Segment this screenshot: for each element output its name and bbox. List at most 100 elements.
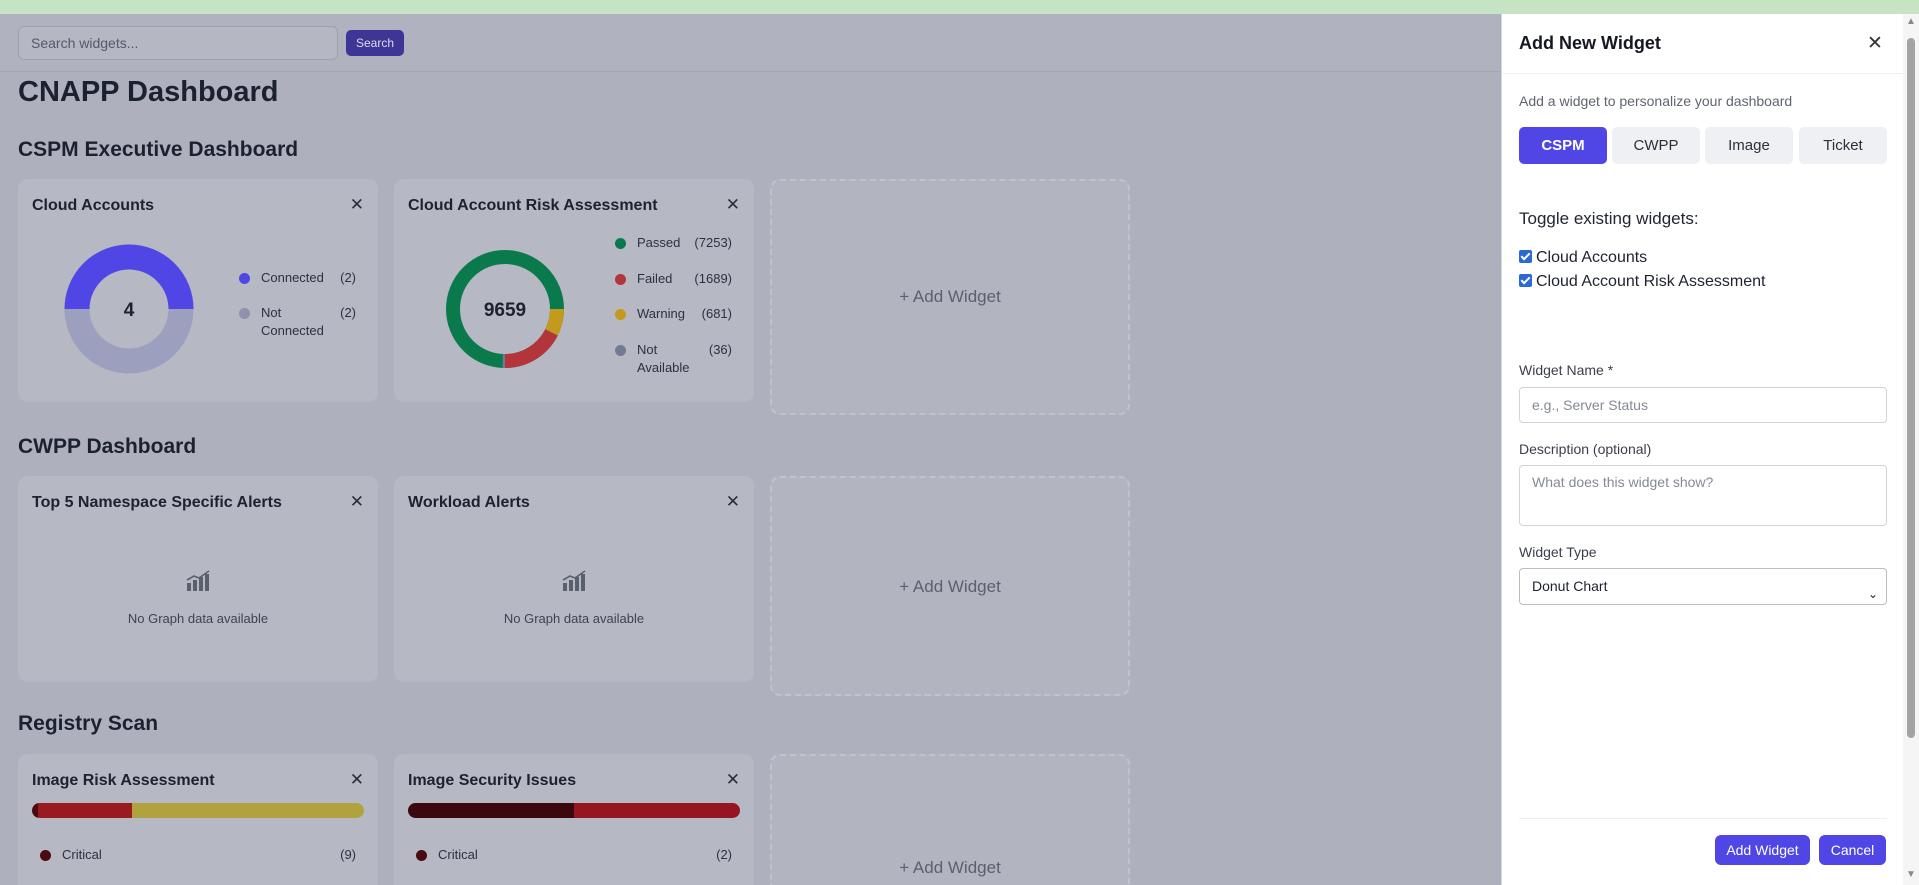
donut-chart: 9659 (446, 250, 565, 369)
widget-type-select[interactable]: Donut Chart ⌄ (1519, 568, 1887, 605)
tab-cwpp[interactable]: CWPP (1612, 127, 1700, 164)
tab-cspm[interactable]: CSPM (1519, 127, 1607, 164)
add-widget-card-cwpp[interactable]: + Add Widget (770, 476, 1130, 696)
divider (1519, 818, 1887, 819)
legend-dot (239, 273, 250, 284)
legend: Critical (9) (40, 846, 356, 866)
donut-slice-warning (545, 308, 565, 336)
bar-segment (408, 803, 574, 818)
legend-dot (40, 850, 51, 861)
top-strip (0, 0, 1919, 14)
stacked-bar (408, 803, 740, 818)
close-icon[interactable]: ✕ (1867, 32, 1883, 55)
close-icon[interactable]: ✕ (726, 195, 740, 215)
tab-image[interactable]: Image (1705, 127, 1793, 164)
close-icon[interactable]: ✕ (350, 770, 364, 790)
legend-count: (681) (701, 306, 732, 321)
legend-label: Critical (62, 847, 102, 862)
close-icon[interactable]: ✕ (726, 770, 740, 790)
scroll-down-icon[interactable]: ▼ (1906, 869, 1916, 880)
legend-dot (416, 850, 427, 861)
legend-dot (239, 308, 250, 319)
widget-cloud-accounts: Cloud Accounts ✕ 4 Connected (2) Not Con… (18, 179, 378, 402)
legend-label: Not Available (637, 342, 690, 375)
add-widget-button[interactable]: Add Widget (1715, 835, 1810, 865)
widget-image-security: Image Security Issues ✕ Critical (2) (394, 754, 754, 885)
widget-name-input[interactable]: e.g., Server Status (1519, 387, 1887, 423)
widget-title: Image Risk Assessment (32, 772, 215, 789)
legend-label: Warning (637, 306, 685, 321)
cancel-button[interactable]: Cancel (1819, 835, 1886, 865)
legend-count: (2) (716, 847, 732, 862)
bar-segment (131, 803, 364, 818)
stacked-bar (32, 803, 364, 818)
panel-title: Add New Widget (1519, 33, 1661, 53)
toggle-cloud-account-risk[interactable]: Cloud Account Risk Assessment (1519, 273, 1765, 291)
checkbox[interactable] (1519, 250, 1532, 263)
page-title: CNAPP Dashboard (18, 76, 279, 108)
widget-namespace-alerts: Top 5 Namespace Specific Alerts ✕ No Gra… (18, 476, 378, 682)
legend: Connected (2) Not Connected (2) (239, 269, 356, 349)
legend-label: Not Connected (261, 305, 324, 338)
description-textarea[interactable]: What does this widget show? (1519, 465, 1887, 526)
dashboard-backdrop: Search widgets... Search CNAPP Dashboard… (0, 14, 1500, 885)
scroll-up-icon[interactable]: ▲ (1906, 16, 1916, 27)
no-data-text: No Graph data available (503, 611, 645, 626)
add-widget-card-cspm[interactable]: + Add Widget (770, 179, 1130, 415)
add-widget-card-registry[interactable]: + Add Widget (770, 754, 1130, 885)
search-bar: Search widgets... Search (0, 14, 1500, 72)
scroll-thumb[interactable] (1907, 38, 1915, 738)
widget-title: Workload Alerts (408, 494, 530, 511)
add-widget-label: + Add Widget (899, 577, 1001, 596)
section-title-registry: Registry Scan (18, 712, 159, 735)
donut-center-value: 4 (124, 300, 135, 321)
scrollbar[interactable]: ▲ ▼ (1903, 14, 1919, 885)
bar-chart-icon (562, 570, 586, 591)
toggle-label: Cloud Accounts (1536, 249, 1648, 266)
search-button[interactable]: Search (346, 30, 405, 56)
tab-ticket[interactable]: Ticket (1799, 127, 1887, 164)
add-widget-panel: Add New Widget ✕ Add a widget to persona… (1501, 14, 1919, 885)
legend-count: (1689) (694, 271, 732, 286)
close-icon[interactable]: ✕ (726, 492, 740, 512)
checkbox[interactable] (1519, 274, 1532, 287)
toggle-cloud-accounts[interactable]: Cloud Accounts (1519, 249, 1647, 267)
add-widget-label: + Add Widget (899, 858, 1001, 877)
widget-name-label: Widget Name * (1519, 362, 1614, 378)
legend-dot (615, 309, 626, 320)
legend-label: Critical (438, 847, 478, 862)
legend-dot (615, 238, 626, 249)
widget-image-risk: Image Risk Assessment ✕ Critical (9) (18, 754, 378, 885)
donut-slice-failed (504, 329, 558, 369)
legend-label: Connected (261, 270, 324, 285)
legend-label: Failed (637, 271, 673, 286)
search-input[interactable]: Search widgets... (18, 26, 338, 60)
donut-center-value: 9659 (484, 300, 526, 321)
legend-count: (9) (340, 847, 356, 862)
divider (1502, 73, 1919, 74)
legend: Passed (7253) Failed (1689) Warning (681… (615, 234, 732, 384)
widget-type-label: Widget Type (1519, 544, 1597, 560)
section-title-cspm: CSPM Executive Dashboard (18, 138, 299, 161)
legend-count: (2) (340, 305, 356, 320)
bar-segment (574, 803, 740, 818)
widget-title: Cloud Accounts (32, 197, 155, 214)
donut-chart: 4 (64, 244, 194, 374)
widget-title: Top 5 Namespace Specific Alerts (32, 494, 282, 511)
legend-count: (7253) (694, 235, 732, 250)
section-title-cwpp: CWPP Dashboard (18, 435, 197, 458)
no-data-placeholder: No Graph data available (394, 570, 754, 626)
legend-dot (615, 345, 626, 356)
close-icon[interactable]: ✕ (350, 195, 364, 215)
widget-workload-alerts: Workload Alerts ✕ No Graph data availabl… (394, 476, 754, 682)
chevron-down-icon: ⌄ (1867, 587, 1878, 601)
widget-title: Image Security Issues (408, 772, 577, 789)
close-icon[interactable]: ✕ (350, 492, 364, 512)
toggle-label: Cloud Account Risk Assessment (1536, 273, 1766, 290)
widget-cloud-account-risk: Cloud Account Risk Assessment ✕ 9659 Pas… (394, 179, 754, 402)
legend-count: (36) (708, 342, 732, 357)
legend: Critical (2) (416, 846, 732, 866)
no-data-placeholder: No Graph data available (18, 570, 378, 626)
add-widget-label: + Add Widget (899, 287, 1001, 306)
widget-title: Cloud Account Risk Assessment (408, 197, 658, 214)
